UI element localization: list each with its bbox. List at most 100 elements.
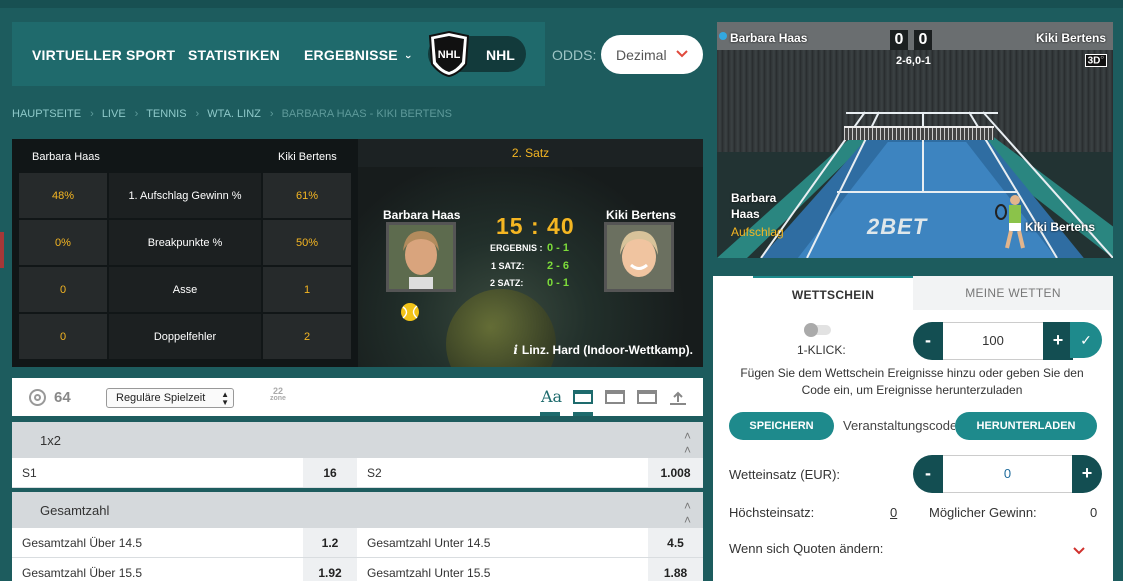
one-click-toggle[interactable] [804,323,831,337]
possible-win-label: Möglicher Gewinn: [929,505,1037,520]
collapse-chevron-icon[interactable]: ˄ ˄ [684,429,691,457]
nav-results[interactable]: ERGEBNISSE › [304,47,414,63]
betslip-hint: Fügen Sie dem Wettschein Ereignisse hinz… [740,366,1084,397]
3d-toggle-label: 3D [1087,55,1101,67]
odd-button[interactable]: 16 [303,458,357,487]
market-header[interactable]: Gesamtzahl ˄ ˄ [12,492,703,528]
stat-p1: 0 [19,314,107,359]
breadcrumb-home[interactable]: HAUPTSEITE [12,108,81,120]
stat-row: 0% Breakpunkte % 50% [19,220,351,265]
match-scoreboard: Barbara Haas Kiki Bertens 48% 1. Aufschl… [12,139,703,367]
nav-statistics[interactable]: STATISTIKEN [188,47,280,63]
chevron-down-icon: › [401,55,414,59]
video-set-score: 2-6,0-1 [896,55,931,67]
market-header[interactable]: 1x2 ˄ ˄ [12,422,703,458]
target-icon [29,389,46,406]
plus-button[interactable]: + [1072,455,1102,493]
side-edge-marker [0,232,4,268]
market-row: S1 16 S2 1.008 [12,458,703,488]
event-code-input[interactable]: Veranstaltungscode [843,412,955,440]
odds-change-label: Wenn sich Quoten ändern: [729,541,884,556]
plus-button[interactable]: + [1043,322,1073,360]
three-column-layout-icon[interactable] [637,390,657,404]
live-score-panel: 2. Satz Barbara Haas Kiki Bertens 15 : 4… [358,139,703,367]
stake-value[interactable]: 0 [943,455,1072,493]
live-dot-icon [719,32,727,40]
breadcrumb-live[interactable]: LIVE [102,108,126,120]
breadcrumb-tournament[interactable]: WTA. LINZ [207,108,261,120]
tab-betslip[interactable]: WETTSCHEIN [753,276,913,310]
chevron-down-icon[interactable] [1072,546,1086,556]
current-set-label: 2. Satz [358,139,703,167]
stat-label: Breakpunkte % [109,220,261,265]
period-select[interactable]: Reguläre Spielzeit ▲ ▼ [106,388,234,408]
font-size-icon[interactable]: Aa [541,387,562,406]
breadcrumb-separator: › [195,108,200,120]
possible-win-value: 0 [1090,505,1098,520]
odd-button[interactable]: 1.2 [303,528,357,557]
player2-photo-icon [607,225,671,289]
match-visualization[interactable]: Barbara Haas Kiki Bertens 0 0 2-6,0-1 3D… [717,22,1113,258]
odds-format-select[interactable]: Dezimal [601,35,703,74]
max-stake-label: Höchsteinsatz: [729,505,815,520]
video-score-p2: 0 [914,30,932,50]
nav-virtual-sport[interactable]: VIRTUELLER SPORT [32,47,175,63]
match-stats-panel: Barbara Haas Kiki Bertens 48% 1. Aufschl… [12,139,358,367]
odd-button[interactable]: 1.92 [303,558,357,581]
odd-button[interactable]: 4.5 [648,528,703,557]
stat-label: Doppelfehler [109,314,261,359]
two-column-layout-icon[interactable] [605,390,625,404]
3d-toggle-button[interactable]: 3D○ [1084,54,1107,68]
player1-avatar [386,222,456,292]
market-toolbar: 64 Reguläre Spielzeit ▲ ▼ 22 zone Aa [12,378,703,416]
one-column-layout-icon[interactable] [573,390,593,404]
score-line-label: 1 SATZ: [491,261,525,271]
market-1x2: 1x2 ˄ ˄ S1 16 S2 1.008 [12,422,703,488]
one-click-amount[interactable]: 100 [943,322,1043,360]
tab-my-bets[interactable]: MEINE WETTEN [913,276,1113,310]
save-button[interactable]: SPEICHERN [729,412,834,440]
odd-button[interactable]: 1.88 [648,558,703,581]
video-server-name-line1: Barbara [731,191,777,205]
player2-avatar [604,222,674,292]
svg-text:NHL: NHL [438,49,461,61]
market-title: 1x2 [40,433,61,448]
odds-label: ODDS: [552,47,597,63]
stat-row: 48% 1. Aufschlag Gewinn % 61% [19,173,351,218]
confirm-check-button[interactable]: ✓ [1070,322,1102,358]
outcome-name: Gesamtzahl Über 14.5 [22,535,143,550]
breadcrumb-tennis[interactable]: TENNIS [146,108,186,120]
zone-icon[interactable]: 22 zone [270,387,286,403]
stat-label: 1. Aufschlag Gewinn % [109,173,261,218]
serving-ball-icon [401,303,419,321]
stat-p1: 48% [19,173,107,218]
outcome-name: S2 [367,465,382,480]
max-stake-value[interactable]: 0 [890,505,897,520]
stat-p1: 0% [19,220,107,265]
minus-button[interactable]: - [913,322,943,360]
venue-text: Linz. Hard (Indoor-Wettkamp). [521,343,693,357]
video-brand-logo: 2BET [867,214,928,239]
market-title: Gesamtzahl [40,503,110,518]
stat-row: 0 Asse 1 [19,267,351,312]
collapse-all-icon[interactable] [668,390,688,406]
stake-label: Wetteinsatz (EUR): [729,467,841,482]
score-line-value: 2 - 6 [547,260,570,272]
collapse-chevron-icon[interactable]: ˄ ˄ [684,499,691,527]
tennis-net [844,126,994,140]
odds-format-value: Dezimal [616,47,667,63]
stake-stepper: - 0 + [913,455,1102,493]
minus-button[interactable]: - [913,455,943,493]
one-click-stepper: - 100 + [913,322,1073,360]
video-server-name-line2: Haas [731,207,760,221]
info-icon: i [513,343,518,357]
chevron-down-icon [676,50,688,58]
odd-button[interactable]: 1.008 [648,458,703,487]
stat-p2: 1 [263,267,351,312]
video-receiver-name: Kiki Bertens [1025,220,1096,234]
game-score: 15 : 40 [496,213,575,239]
select-arrows-icon: ▲ ▼ [221,390,229,407]
download-button[interactable]: HERUNTERLADEN [955,412,1097,440]
score-line-label: ERGEBNIS : [490,243,543,253]
stat-p2: 61% [263,173,351,218]
